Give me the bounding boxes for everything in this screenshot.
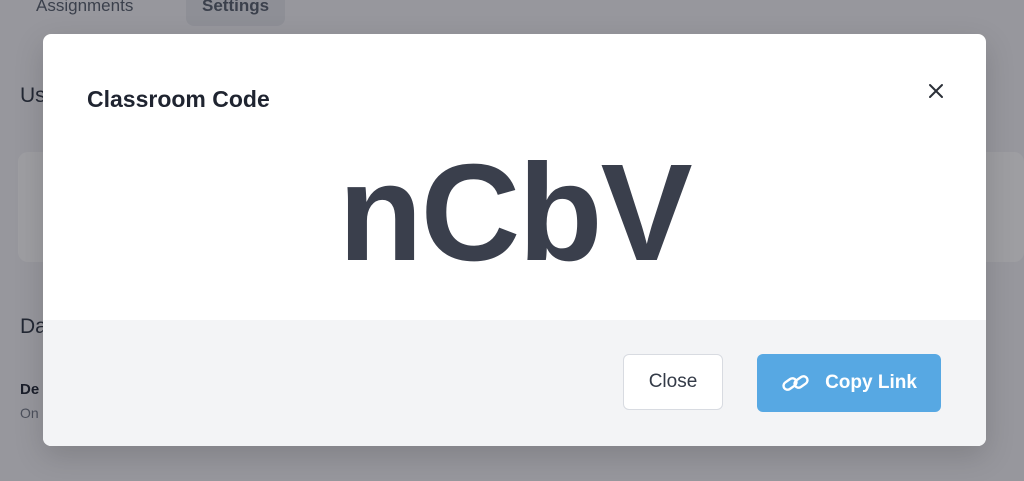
copy-link-button[interactable]: Copy Link (757, 354, 941, 412)
copy-link-label: Copy Link (825, 372, 917, 393)
modal-footer: Close Copy Link (43, 320, 986, 446)
link-icon (781, 371, 811, 395)
classroom-code: nCbV (338, 136, 692, 290)
close-button[interactable]: Close (623, 354, 723, 410)
close-button-label: Close (648, 371, 698, 392)
classroom-code-modal: Classroom Code nCbV Close Copy Link (43, 34, 986, 446)
close-icon[interactable] (923, 78, 949, 104)
modal-title: Classroom Code (87, 86, 270, 112)
